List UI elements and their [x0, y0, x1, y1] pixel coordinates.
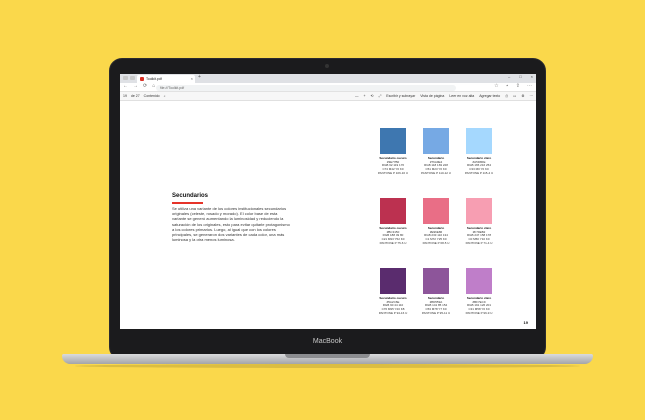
search-icon[interactable]: ⌕	[164, 94, 166, 98]
favorites-icon[interactable]: ⋆	[506, 84, 509, 89]
color-swatch	[466, 198, 492, 224]
tab-title: Toolkit.pdf	[146, 77, 162, 81]
swatch-caption: Secundario #E96E86 RGB 233 110 134 C1 M72 Y…	[415, 226, 457, 246]
swatch-spec: PANTONE P 115-4 U	[464, 170, 494, 175]
swatch-caption: Secundario #8D559A RGB 141 85 154 C53 M78 Y…	[415, 296, 457, 316]
share-icon[interactable]: ⇪	[516, 84, 520, 89]
zoom-out-button[interactable]: —	[355, 94, 359, 98]
swatch-spec: PANTONE P 110-12 U	[421, 170, 451, 175]
home-button[interactable]: ⌂	[152, 84, 155, 89]
back-button[interactable]: ←	[123, 84, 128, 89]
nav-buttons: ← → ⟳ ⌂	[123, 84, 155, 89]
browser-window: Toolkit.pdf × + – □ × ← → ⟳ ⌂ file:///To…	[120, 74, 536, 329]
color-swatch	[423, 198, 449, 224]
pdf-toolbar: 19 de 27 Contenido ⌕ — + ⟲ ⤢ Escribir y …	[120, 92, 536, 101]
swatch-spec: PANTONE P 75-6 U	[379, 240, 407, 245]
new-tab-button[interactable]: +	[198, 75, 201, 80]
url-input[interactable]: file:///Toolkit.pdf	[156, 84, 456, 91]
laptop-shadow	[75, 364, 580, 368]
color-swatch-card: Secundario oscuro #5A2C6E RGB 90 44 110 C76…	[372, 268, 414, 316]
swatch-spec: PANTONE P 94-16 U	[378, 310, 408, 315]
pdf-toolbar-right: — + ⟲ ⤢ Escribir y subrayar Vista de pág…	[355, 94, 533, 98]
page-view-button[interactable]: Vista de página	[420, 94, 444, 98]
laptop-brand: MacBook	[312, 338, 343, 345]
address-bar-actions: ☆ ⋆ ⇪ ⋯	[494, 84, 532, 89]
swatch-caption: Secundario oscuro #5A2C6E RGB 90 44 110 C76…	[372, 296, 414, 316]
title-underline	[172, 202, 203, 204]
color-swatch-card: Secundario oscuro #3E77B0 RGB 62 119 176 C7…	[372, 128, 414, 176]
page-total: de 27	[130, 94, 140, 98]
maximize-button[interactable]: □	[519, 75, 521, 79]
add-text-button[interactable]: Agregar texto	[479, 94, 500, 98]
tab-toolkit-pdf[interactable]: Toolkit.pdf ×	[137, 75, 195, 83]
swatch-spec: PANTONE P 68-5 U	[422, 240, 450, 245]
color-swatch	[466, 268, 492, 294]
pdf-page: Secundarios Se utiliza una variante de l…	[120, 101, 536, 329]
color-swatch	[423, 268, 449, 294]
color-swatch-card: Secundario oscuro #BC3150 RGB 188 49 80 C21…	[372, 198, 414, 246]
swatch-spec: PANTONE P 96-9 U	[465, 310, 493, 315]
color-swatch-card: Secundario #E96E86 RGB 233 110 134 C1 M72 Y…	[415, 198, 457, 246]
rotate-icon[interactable]: ⟲	[371, 94, 374, 98]
color-swatch	[466, 128, 492, 154]
swatch-spec: PANTONE P 106-16 U	[377, 170, 409, 175]
minimize-button[interactable]: –	[508, 75, 510, 79]
color-swatch	[380, 268, 406, 294]
laptop-chin: MacBook	[115, 334, 540, 354]
tab-close-icon[interactable]: ×	[191, 77, 195, 81]
pdf-toolbar-left: 19 de 27 Contenido ⌕	[123, 94, 166, 98]
swatch-caption: Secundario claro #BF7EC9 RGB 191 126 201 C3…	[458, 296, 500, 316]
camera-icon	[325, 64, 329, 68]
color-swatch	[423, 128, 449, 154]
save-icon[interactable]: ▭	[513, 94, 516, 98]
window-controls: – □ ×	[508, 75, 533, 79]
draw-button[interactable]: Escribir y subrayar	[386, 94, 415, 98]
swatch-caption: Secundario claro #A5D8FE RGB 165 216 254 C3…	[458, 156, 500, 176]
favorite-star-icon[interactable]: ☆	[494, 84, 498, 89]
swatch-caption: Secundario oscuro #BC3150 RGB 188 49 80 C21…	[372, 226, 414, 246]
color-swatch-card: Secundario claro #F79EB2 RGB 247 158 178 C0…	[458, 198, 500, 246]
page-number-input[interactable]: 19	[123, 94, 127, 98]
read-aloud-button[interactable]: Leer en voz alta	[449, 94, 474, 98]
print-icon[interactable]: ⎙	[505, 94, 508, 98]
more-menu-icon[interactable]: ⋯	[527, 84, 532, 89]
color-swatch	[380, 198, 406, 224]
swatch-caption: Secundario oscuro #3E77B0 RGB 62 119 176 C7…	[372, 156, 414, 176]
window-menu-icon[interactable]	[123, 76, 128, 80]
pdf-more-icon[interactable]: ⋯	[530, 94, 534, 98]
section-paragraph: Se utiliza una variante de los colores i…	[172, 206, 290, 243]
color-swatch-card: Secundario #8D559A RGB 141 85 154 C53 M78 Y…	[415, 268, 457, 316]
forward-button[interactable]: →	[133, 84, 138, 89]
zoom-in-button[interactable]: +	[363, 94, 365, 98]
color-swatch-card: Secundario claro #A5D8FE RGB 165 216 254 C3…	[458, 128, 500, 176]
refresh-button[interactable]: ⟳	[143, 84, 147, 89]
tab-bar: Toolkit.pdf × + – □ ×	[120, 74, 536, 83]
fit-page-icon[interactable]: ⤢	[378, 94, 381, 98]
settings-icon[interactable]: ⚙	[521, 94, 524, 98]
section-title: Secundarios	[172, 193, 209, 199]
pdf-icon	[140, 77, 144, 81]
color-swatch	[380, 128, 406, 154]
swatch-caption: Secundario claro #F79EB2 RGB 247 158 178 C0…	[458, 226, 500, 246]
color-swatch-card: Secundario claro #BF7EC9 RGB 191 126 201 C3…	[458, 268, 500, 316]
address-bar: ← → ⟳ ⌂ file:///Toolkit.pdf ☆ ⋆ ⇪ ⋯	[120, 83, 536, 92]
color-swatch-card: Secundario #76A9E4 RGB 118 169 228 C51 M23 …	[415, 128, 457, 176]
laptop-opening-notch	[285, 354, 370, 358]
close-window-button[interactable]: ×	[531, 75, 533, 79]
tab-actions-icon[interactable]	[130, 76, 135, 80]
contents-button[interactable]: Contenido	[144, 94, 160, 98]
swatch-spec: PANTONE P 71-4 U	[465, 240, 493, 245]
page-number: 19	[523, 320, 528, 325]
swatch-caption: Secundario #76A9E4 RGB 118 169 228 C51 M23 …	[415, 156, 457, 176]
swatch-spec: PANTONE P 95-11 U	[421, 310, 451, 315]
